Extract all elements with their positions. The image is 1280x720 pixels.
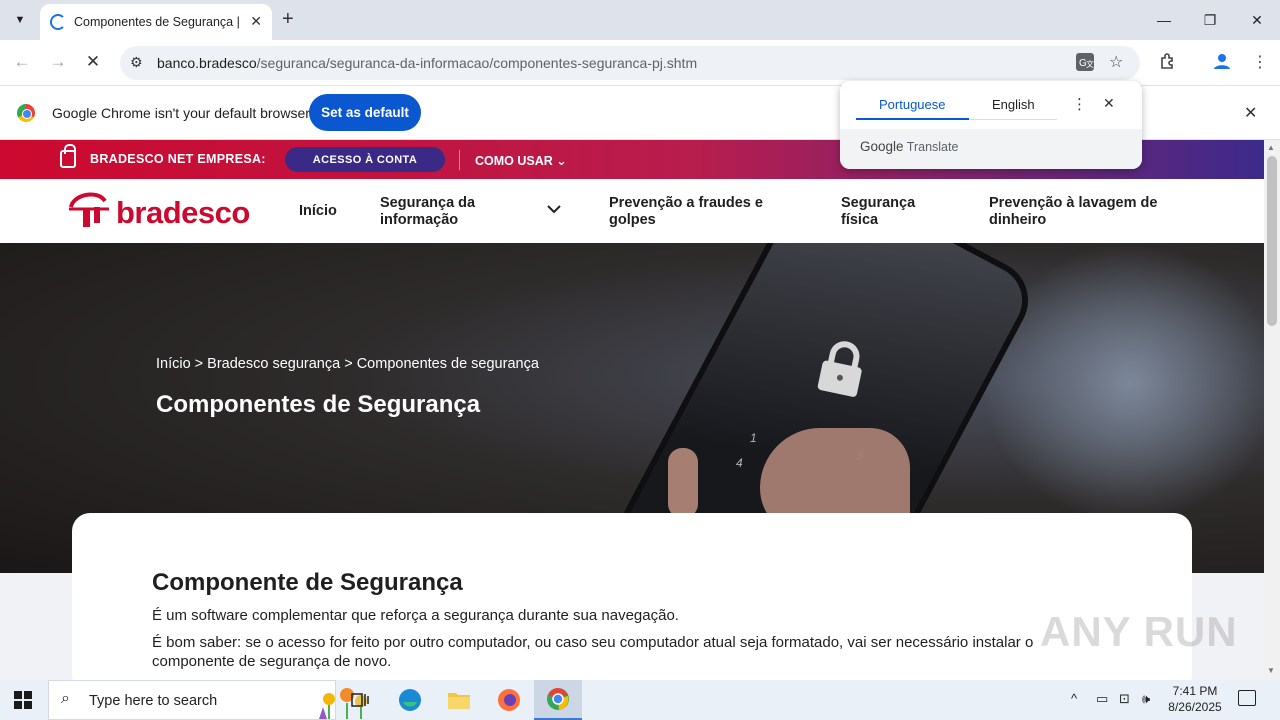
show-hidden-icons-chevron-icon[interactable]: ^	[1071, 691, 1077, 706]
site-navigation: bradesco Início Segurança da informação P…	[0, 179, 1264, 243]
taskbar-search-box[interactable]: ⌕ Type here to search	[48, 680, 367, 720]
translate-target-language-tab[interactable]: English	[992, 97, 1035, 112]
breadcrumb[interactable]: Início > Bradesco segurança > Componente…	[156, 356, 539, 372]
google-translate-brand: Google Translate	[860, 139, 959, 154]
keypad-digit: 1	[750, 431, 757, 445]
hero-background-glow	[980, 243, 1264, 523]
more-options-icon[interactable]: ⋮	[1072, 95, 1087, 113]
topbar-divider	[459, 150, 460, 170]
search-icon: ⌕	[61, 690, 70, 707]
translate-popup: Portuguese English ⋮ ✕ Google Translate	[840, 81, 1142, 169]
net-empresa-label: BRADESCO NET EMPRESA:	[90, 152, 266, 166]
como-usar-menu[interactable]: COMO USAR ⌄	[475, 153, 567, 168]
infobar-close-icon[interactable]: ✕	[1244, 103, 1257, 123]
keypad-digit: 4	[736, 456, 743, 470]
bradesco-logo-icon[interactable]	[67, 189, 111, 229]
browser-toolbar: ← → ✕ ⚙ banco.bradesco/seguranca/seguran…	[0, 40, 1280, 86]
windows-start-icon[interactable]	[14, 691, 32, 709]
nav-inicio[interactable]: Início	[299, 203, 337, 220]
clock-time: 7:41 PM	[1172, 684, 1218, 698]
nav-prevencao-lavagem[interactable]: Prevenção à lavagem de dinheiro	[989, 195, 1157, 229]
section-heading: Componente de Segurança	[152, 569, 463, 596]
task-view-icon[interactable]	[336, 680, 384, 720]
firefox-icon[interactable]	[485, 680, 533, 720]
close-window-button[interactable]: ✕	[1234, 6, 1280, 34]
profile-avatar-icon[interactable]	[1213, 52, 1231, 75]
como-usar-label: COMO USAR	[475, 154, 553, 168]
device-icon[interactable]: ▭	[1096, 691, 1108, 707]
scrollbar-thumb[interactable]	[1267, 156, 1277, 326]
section-paragraph: É um software complementar que reforça a…	[152, 607, 679, 624]
clock-date: 8/26/2025	[1168, 700, 1222, 714]
restore-button[interactable]: ❐	[1187, 6, 1233, 34]
forward-button[interactable]: →	[46, 52, 70, 72]
close-tab-icon[interactable]: ✕	[250, 13, 262, 30]
tab-title: Componentes de Segurança | B	[74, 15, 240, 29]
scroll-up-arrow-icon[interactable]: ▲	[1267, 143, 1275, 152]
chevron-down-icon: ⌄	[556, 154, 567, 168]
site-info-icon[interactable]: ⚙	[130, 54, 143, 71]
browser-tabstrip: ▼ Componentes de Segurança | B ✕ + — ❐ ✕	[0, 0, 1280, 40]
network-icon[interactable]: ⊡	[1119, 691, 1130, 707]
padlock-icon	[817, 341, 862, 397]
extensions-icon[interactable]	[1159, 52, 1177, 75]
nav-seguranca-fisica[interactable]: Segurança física	[841, 195, 915, 229]
windows-taskbar: ⌕ Type here to search ^ ▭ ⊡ 🕪 7:41 PM 8/…	[0, 680, 1280, 720]
anyrun-watermark: ANY RUN	[1040, 608, 1238, 655]
url-text[interactable]: banco.bradesco/seguranca/seguranca-da-in…	[157, 55, 697, 71]
bradesco-logo-text[interactable]: bradesco	[116, 195, 250, 231]
section-paragraph: É bom saber: se o acesso for feito por o…	[152, 634, 1034, 670]
active-tab-underline	[856, 118, 969, 120]
chevron-down-icon[interactable]	[546, 201, 562, 217]
volume-icon[interactable]: 🕪	[1142, 691, 1150, 707]
translate-icon[interactable]: G文	[1075, 52, 1095, 77]
bookmark-star-icon[interactable]: ☆	[1109, 52, 1123, 72]
address-bar[interactable]: ⚙ banco.bradesco/seguranca/seguranca-da-…	[120, 46, 1140, 80]
svg-text:文: 文	[1086, 59, 1094, 69]
stop-loading-button[interactable]: ✕	[81, 52, 105, 72]
nav-prevencao-fraudes[interactable]: Prevenção a fraudes e golpes	[609, 195, 763, 229]
close-icon[interactable]: ✕	[1103, 95, 1115, 112]
minimize-button[interactable]: —	[1141, 6, 1187, 34]
notification-center-icon[interactable]	[1238, 690, 1256, 706]
set-as-default-button[interactable]: Set as default	[309, 94, 421, 131]
content-card: Componente de Segurança É um software co…	[72, 513, 1192, 693]
translate-footer: Google Translate	[840, 129, 1142, 169]
tab-search-chevron-icon[interactable]: ▼	[8, 8, 32, 32]
new-tab-button[interactable]: +	[282, 8, 294, 30]
edge-browser-icon[interactable]	[386, 680, 434, 720]
tab-separator-line	[969, 119, 1057, 120]
lock-icon	[60, 144, 76, 168]
search-placeholder: Type here to search	[89, 693, 218, 709]
browser-tab-active[interactable]: Componentes de Segurança | B ✕	[40, 4, 272, 40]
page-title: Componentes de Segurança	[156, 391, 481, 418]
scroll-down-arrow-icon[interactable]: ▼	[1267, 666, 1275, 675]
acesso-conta-button[interactable]: ACESSO À CONTA	[285, 147, 445, 172]
chrome-logo-icon	[17, 104, 35, 122]
chrome-taskbar-icon[interactable]	[534, 680, 582, 720]
file-explorer-icon[interactable]	[435, 680, 483, 720]
chrome-menu-icon[interactable]: ⋮	[1252, 52, 1268, 72]
hand-thumb-image	[668, 448, 698, 518]
infobar-message: Google Chrome isn't your default browser	[52, 105, 310, 121]
back-button[interactable]: ←	[10, 52, 34, 72]
translate-source-language-tab[interactable]: Portuguese	[879, 97, 946, 112]
taskbar-clock[interactable]: 7:41 PM 8/26/2025	[1160, 683, 1230, 715]
nav-seguranca-informacao[interactable]: Segurança da informação	[380, 195, 475, 229]
loading-spinner-icon	[50, 14, 66, 30]
page-scrollbar[interactable]: ▲ ▼	[1264, 140, 1280, 680]
